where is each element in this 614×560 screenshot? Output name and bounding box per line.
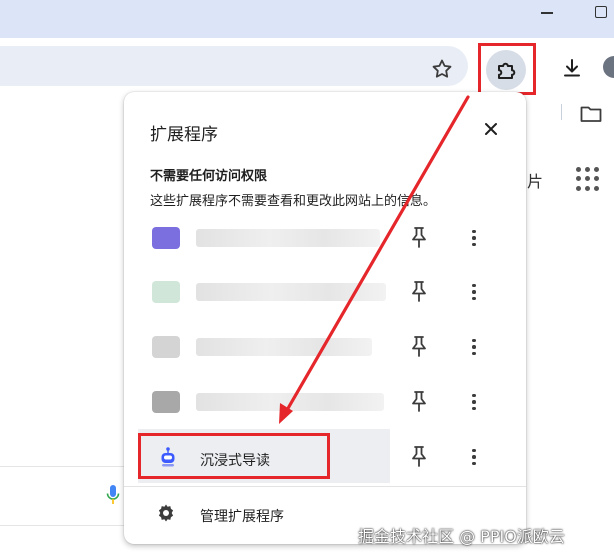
- extension-name-blurred: [196, 338, 372, 356]
- watermark: 掘金技术社区 @ PPIO派欧云: [358, 527, 565, 546]
- minimize-icon[interactable]: [541, 12, 553, 14]
- more-options-icon[interactable]: [464, 389, 484, 415]
- more-options-icon[interactable]: [464, 279, 484, 305]
- address-bar[interactable]: [0, 46, 468, 86]
- extension-row[interactable]: [124, 375, 526, 431]
- gear-icon: [158, 504, 174, 522]
- manage-extensions-link[interactable]: 管理扩展程序: [200, 506, 284, 526]
- popup-title: 扩展程序: [150, 125, 218, 145]
- extension-icon: [152, 391, 180, 413]
- apps-grid-icon[interactable]: [576, 167, 600, 191]
- pin-icon[interactable]: [408, 225, 430, 251]
- pin-icon[interactable]: [408, 279, 430, 305]
- extension-row[interactable]: [124, 211, 526, 267]
- divider: [124, 486, 526, 487]
- extension-icon: [152, 227, 180, 249]
- more-options-icon[interactable]: [464, 444, 484, 470]
- folder-icon[interactable]: [580, 105, 602, 123]
- pin-icon[interactable]: [408, 444, 430, 470]
- extension-row-annotation-box: [138, 433, 330, 479]
- star-icon[interactable]: [430, 57, 454, 81]
- extension-icon: [152, 281, 180, 303]
- title-bar: [0, 0, 614, 38]
- bookmark-divider: [561, 104, 562, 120]
- pin-icon[interactable]: [408, 334, 430, 360]
- section-description: 这些扩展程序不需要查看和更改此网站上的信息。: [150, 194, 437, 209]
- more-options-icon[interactable]: [464, 334, 484, 360]
- side-text: 片: [527, 172, 544, 191]
- extensions-button-highlight: [478, 43, 536, 95]
- extension-name-blurred: [196, 393, 384, 411]
- maximize-icon[interactable]: [595, 6, 607, 18]
- section-title: 不需要任何访问权限: [150, 169, 268, 184]
- more-options-icon[interactable]: [464, 225, 484, 251]
- extension-name-blurred: [196, 283, 386, 301]
- download-icon[interactable]: [560, 56, 584, 80]
- close-button[interactable]: [479, 117, 503, 141]
- extension-row[interactable]: [124, 265, 526, 321]
- microphone-icon[interactable]: [106, 484, 120, 506]
- extension-name-blurred: [196, 229, 380, 247]
- pin-icon[interactable]: [408, 389, 430, 415]
- extension-row[interactable]: [124, 320, 526, 376]
- extension-icon: [152, 336, 180, 358]
- close-icon: [485, 123, 497, 135]
